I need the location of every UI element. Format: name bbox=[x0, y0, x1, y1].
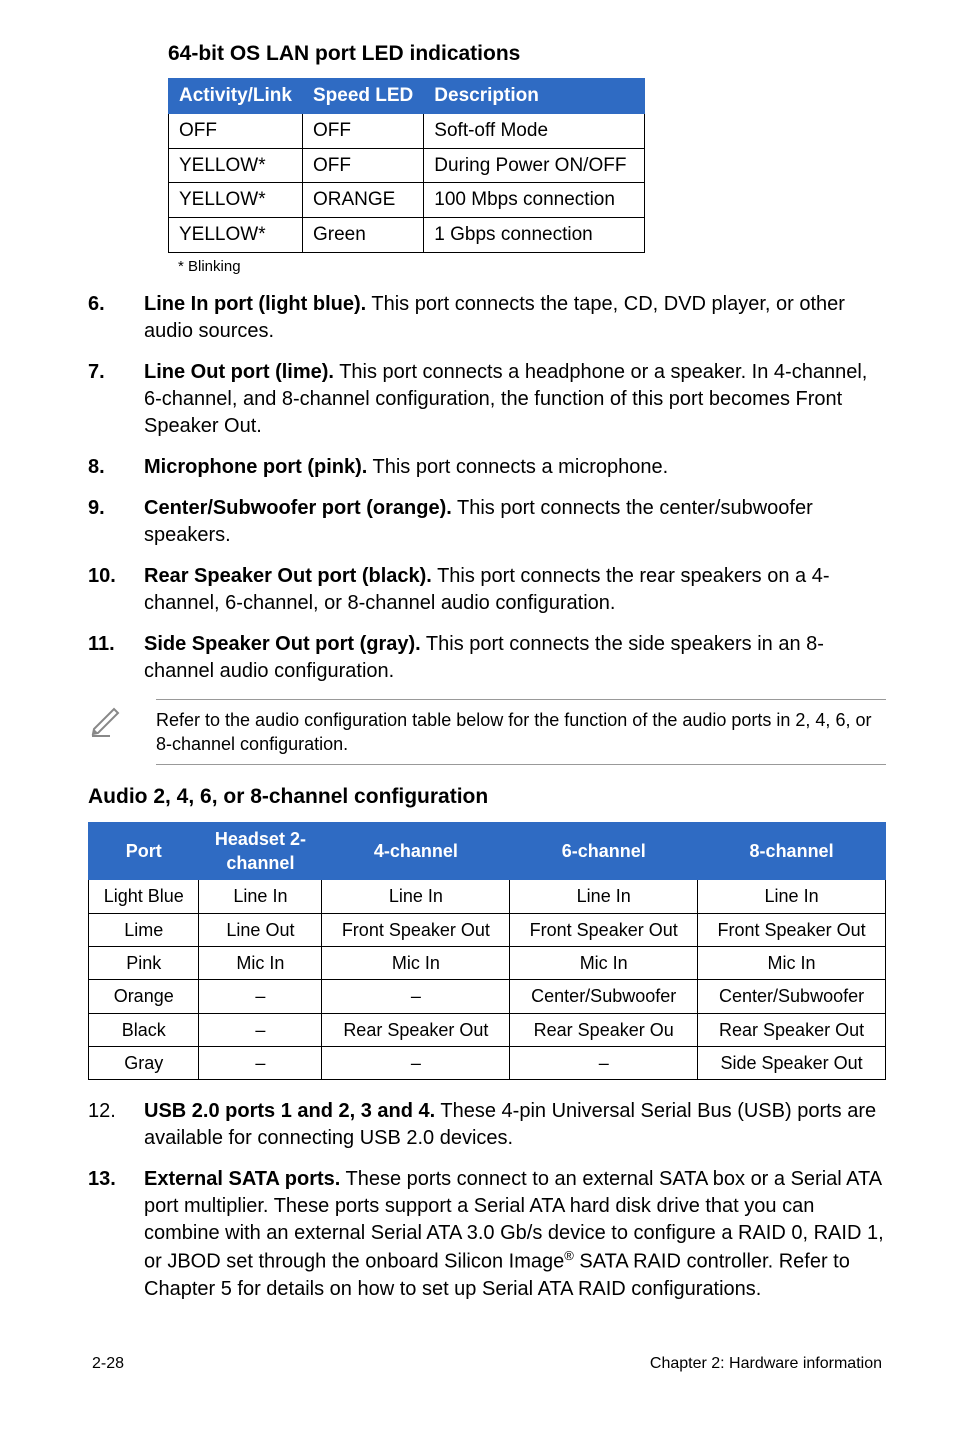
audio-td: Light Blue bbox=[89, 880, 199, 913]
table-row: YELLOW* Green 1 Gbps connection bbox=[169, 217, 645, 252]
item-lead: Line In port (light blue). bbox=[144, 293, 366, 315]
audio-td: Pink bbox=[89, 946, 199, 979]
list-item: 10. Rear Speaker Out port (black). This … bbox=[88, 563, 886, 617]
audio-td: Mic In bbox=[510, 946, 698, 979]
item-lead: Line Out port (lime). bbox=[144, 361, 334, 383]
lan-th-2: Description bbox=[424, 79, 645, 114]
table-row: Orange – – Center/Subwoofer Center/Subwo… bbox=[89, 980, 886, 1013]
audio-td: Line In bbox=[199, 880, 322, 913]
item-lead: External SATA ports. bbox=[144, 1168, 340, 1190]
list-item: 13. External SATA ports. These ports con… bbox=[88, 1166, 886, 1303]
lan-td: OFF bbox=[302, 113, 423, 148]
audio-td: Mic In bbox=[199, 946, 322, 979]
page-number: 2-28 bbox=[92, 1353, 124, 1375]
audio-td: Line Out bbox=[199, 913, 322, 946]
audio-td: Line In bbox=[510, 880, 698, 913]
lan-td: During Power ON/OFF bbox=[424, 148, 645, 183]
audio-td: Front Speaker Out bbox=[698, 913, 886, 946]
table-row: Pink Mic In Mic In Mic In Mic In bbox=[89, 946, 886, 979]
audio-td: Line In bbox=[322, 880, 510, 913]
note-callout: Refer to the audio configuration table b… bbox=[88, 699, 886, 766]
audio-td: Center/Subwoofer bbox=[698, 980, 886, 1013]
item-number: 9. bbox=[88, 495, 144, 549]
list-item: 11. Side Speaker Out port (gray). This p… bbox=[88, 631, 886, 685]
lan-td: OFF bbox=[169, 113, 303, 148]
audio-td: Rear Speaker Ou bbox=[510, 1013, 698, 1046]
audio-td: – bbox=[322, 980, 510, 1013]
audio-td: Gray bbox=[89, 1046, 199, 1079]
audio-td: Side Speaker Out bbox=[698, 1046, 886, 1079]
lan-led-table: Activity/Link Speed LED Description OFF … bbox=[168, 78, 645, 252]
audio-td: Rear Speaker Out bbox=[698, 1013, 886, 1046]
item-number: 10. bbox=[88, 563, 144, 617]
lan-footnote: * Blinking bbox=[178, 257, 886, 277]
lan-th-1: Speed LED bbox=[302, 79, 423, 114]
list-item: 9. Center/Subwoofer port (orange). This … bbox=[88, 495, 886, 549]
audio-td: – bbox=[199, 1046, 322, 1079]
lan-td: 100 Mbps connection bbox=[424, 183, 645, 218]
lan-led-title: 64-bit OS LAN port LED indications bbox=[168, 40, 886, 68]
lan-td: Green bbox=[302, 217, 423, 252]
item-number: 13. bbox=[88, 1166, 144, 1303]
item-number: 11. bbox=[88, 631, 144, 685]
lan-td: YELLOW* bbox=[169, 148, 303, 183]
audio-th-8ch: 8-channel bbox=[698, 822, 886, 880]
audio-td: Black bbox=[89, 1013, 199, 1046]
audio-td: – bbox=[322, 1046, 510, 1079]
item-lead: Center/Subwoofer port (orange). bbox=[144, 497, 452, 519]
audio-td: – bbox=[510, 1046, 698, 1079]
audio-th-port: Port bbox=[89, 822, 199, 880]
audio-td: Orange bbox=[89, 980, 199, 1013]
list-item: 7. Line Out port (lime). This port conne… bbox=[88, 359, 886, 440]
list-item: 6. Line In port (light blue). This port … bbox=[88, 291, 886, 345]
audio-td: Front Speaker Out bbox=[510, 913, 698, 946]
audio-td: Mic In bbox=[322, 946, 510, 979]
audio-td: Center/Subwoofer bbox=[510, 980, 698, 1013]
table-row: Lime Line Out Front Speaker Out Front Sp… bbox=[89, 913, 886, 946]
item-lead: Side Speaker Out port (gray). bbox=[144, 633, 421, 655]
audio-td: Mic In bbox=[698, 946, 886, 979]
list-item: 8. Microphone port (pink). This port con… bbox=[88, 454, 886, 481]
table-row: OFF OFF Soft-off Mode bbox=[169, 113, 645, 148]
audio-td: – bbox=[199, 980, 322, 1013]
lan-td: OFF bbox=[302, 148, 423, 183]
audio-td: – bbox=[199, 1013, 322, 1046]
table-row: Light Blue Line In Line In Line In Line … bbox=[89, 880, 886, 913]
item-number: 7. bbox=[88, 359, 144, 440]
item-number: 6. bbox=[88, 291, 144, 345]
audio-th-6ch: 6-channel bbox=[510, 822, 698, 880]
list-item: 12. USB 2.0 ports 1 and 2, 3 and 4. Thes… bbox=[88, 1098, 886, 1152]
lan-td: ORANGE bbox=[302, 183, 423, 218]
item-lead: USB 2.0 ports 1 and 2, 3 and 4. bbox=[144, 1100, 435, 1122]
lan-td: 1 Gbps connection bbox=[424, 217, 645, 252]
audio-td: Line In bbox=[698, 880, 886, 913]
chapter-label: Chapter 2: Hardware information bbox=[650, 1353, 882, 1375]
table-row: YELLOW* OFF During Power ON/OFF bbox=[169, 148, 645, 183]
audio-td: Rear Speaker Out bbox=[322, 1013, 510, 1046]
lan-td: YELLOW* bbox=[169, 217, 303, 252]
note-text: Refer to the audio configuration table b… bbox=[156, 699, 886, 766]
item-number: 12. bbox=[88, 1098, 144, 1152]
audio-td: Lime bbox=[89, 913, 199, 946]
audio-th-4ch: 4-channel bbox=[322, 822, 510, 880]
audio-td: Front Speaker Out bbox=[322, 913, 510, 946]
lan-td: YELLOW* bbox=[169, 183, 303, 218]
item-number: 8. bbox=[88, 454, 144, 481]
registered-mark: ® bbox=[564, 1248, 574, 1263]
pencil-note-icon bbox=[88, 699, 136, 747]
audio-config-title: Audio 2, 4, 6, or 8-channel configuratio… bbox=[88, 783, 886, 811]
table-row: Gray – – – Side Speaker Out bbox=[89, 1046, 886, 1079]
lan-th-0: Activity/Link bbox=[169, 79, 303, 114]
lan-td: Soft-off Mode bbox=[424, 113, 645, 148]
item-rest: This port connects a microphone. bbox=[367, 456, 668, 478]
audio-config-table: Port Headset 2-channel 4-channel 6-chann… bbox=[88, 822, 886, 1080]
item-lead: Microphone port (pink). bbox=[144, 456, 367, 478]
item-lead: Rear Speaker Out port (black). bbox=[144, 565, 432, 587]
table-row: YELLOW* ORANGE 100 Mbps connection bbox=[169, 183, 645, 218]
audio-th-2ch: Headset 2-channel bbox=[199, 822, 322, 880]
table-row: Black – Rear Speaker Out Rear Speaker Ou… bbox=[89, 1013, 886, 1046]
